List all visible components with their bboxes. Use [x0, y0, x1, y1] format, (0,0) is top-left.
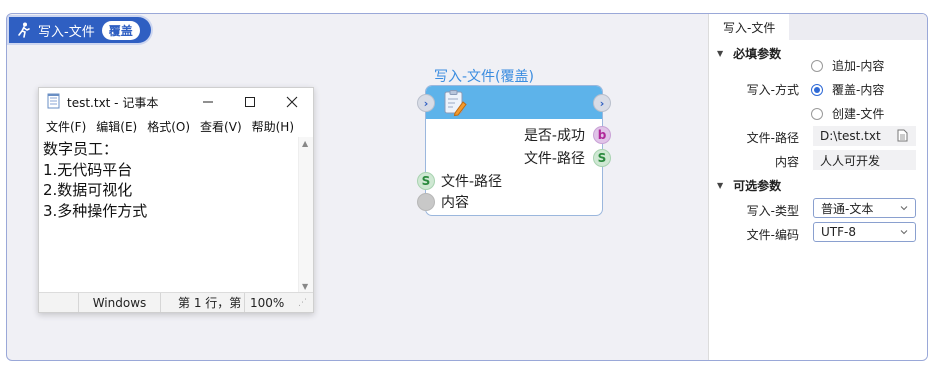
menu-format[interactable]: 格式(O) [147, 118, 190, 135]
scroll-up-icon[interactable]: ▲ [302, 139, 308, 148]
write-file-icon [441, 89, 469, 121]
menu-view[interactable]: 查看(V) [200, 118, 242, 135]
content-label: 内容 [774, 155, 799, 169]
browse-file-icon[interactable] [897, 129, 908, 145]
output-pin-success[interactable]: b [593, 126, 611, 144]
status-encoding: Windows [79, 293, 161, 312]
output-label-filepath: 文件-路径 [523, 151, 585, 167]
input-pin-filepath[interactable]: S [417, 172, 435, 190]
file-path-label: 文件-路径 [746, 131, 799, 145]
radio-circle[interactable] [811, 107, 823, 120]
output-pin-filepath[interactable]: S [593, 149, 611, 167]
scroll-down-icon[interactable]: ▼ [302, 282, 308, 291]
resize-grip-icon[interactable]: ⋰ [298, 298, 307, 308]
input-pin-content[interactable] [417, 193, 435, 211]
status-zoom: 100% [250, 295, 285, 310]
close-button[interactable] [271, 88, 313, 116]
menu-edit[interactable]: 编辑(E) [96, 118, 137, 135]
write-mode-label: 写入-方式 [746, 83, 799, 97]
file-encoding-label: 文件-编码 [746, 228, 799, 242]
properties-panel: 写入-文件 ▼ 必填参数 追加-内容 写入-方式 覆盖-内容 创建-文件 文件-… [708, 14, 927, 360]
file-encoding-select[interactable]: UTF-8 [813, 222, 916, 242]
run-icon [16, 22, 32, 38]
notepad-file-icon [47, 93, 61, 112]
maximize-button[interactable] [229, 88, 271, 116]
radio-append[interactable]: 追加-内容 [811, 57, 884, 74]
flow-title: 写入-文件 [38, 24, 95, 40]
menu-help[interactable]: 帮助(H) [252, 118, 294, 135]
flow-title-pill[interactable]: 写入-文件 覆盖 [9, 17, 151, 43]
input-label-content: 内容 [441, 195, 469, 211]
notepad-menubar: 文件(F) 编辑(E) 格式(O) 查看(V) 帮助(H) [39, 116, 313, 136]
radio-create[interactable]: 创建-文件 [811, 105, 884, 122]
exec-in-port[interactable]: › [417, 94, 435, 112]
content-field[interactable]: 人人可开发 [813, 150, 916, 170]
optional-section-header[interactable]: ▼ 可选参数 [717, 177, 781, 194]
collapse-icon: ▼ [717, 49, 724, 58]
vertical-scrollbar[interactable]: ▲ ▼ [298, 137, 313, 293]
workflow-canvas: 写入-文件 覆盖 test.txt - 记事本 文件(F) 编辑(E) 格式(O… [6, 13, 928, 361]
panel-tabbar: 写入-文件 [709, 14, 927, 40]
input-label-filepath: 文件-路径 [441, 174, 503, 190]
file-path-field[interactable]: D:\test.txt [813, 126, 916, 146]
required-section-header[interactable]: ▼ 必填参数 [717, 45, 781, 62]
write-type-select[interactable]: 普通-文本 [813, 198, 916, 218]
status-position: 第 1 行，第 [161, 293, 245, 312]
notepad-title: test.txt - 记事本 [67, 95, 159, 110]
radio-circle[interactable] [811, 59, 823, 72]
mode-badge: 覆盖 [101, 20, 140, 40]
chevron-down-icon [899, 202, 909, 216]
notepad-text-area[interactable]: 数字员工： 1.无代码平台 2.数据可视化 3.多种操作方式 [39, 137, 297, 293]
chevron-down-icon [899, 226, 909, 240]
minimize-button[interactable] [187, 88, 229, 116]
output-label-success: 是否-成功 [523, 128, 585, 144]
radio-overwrite[interactable]: 覆盖-内容 [811, 81, 884, 98]
tab-write-file[interactable]: 写入-文件 [709, 14, 789, 40]
notepad-titlebar[interactable]: test.txt - 记事本 [39, 88, 313, 116]
radio-circle-selected[interactable] [811, 83, 823, 96]
notepad-window[interactable]: test.txt - 记事本 文件(F) 编辑(E) 格式(O) 查看(V) 帮… [38, 87, 314, 313]
menu-file[interactable]: 文件(F) [46, 118, 86, 135]
collapse-icon: ▼ [717, 181, 724, 190]
write-file-node[interactable]: › › 是否-成功 b 文件-路径 S S 文件-路径 内容 [417, 85, 611, 216]
node-title: 写入-文件(覆盖) [434, 69, 534, 85]
exec-out-port[interactable]: › [593, 94, 611, 112]
notepad-statusbar: Windows 第 1 行，第 100% ⋰ [39, 292, 313, 312]
write-type-label: 写入-类型 [746, 204, 799, 218]
